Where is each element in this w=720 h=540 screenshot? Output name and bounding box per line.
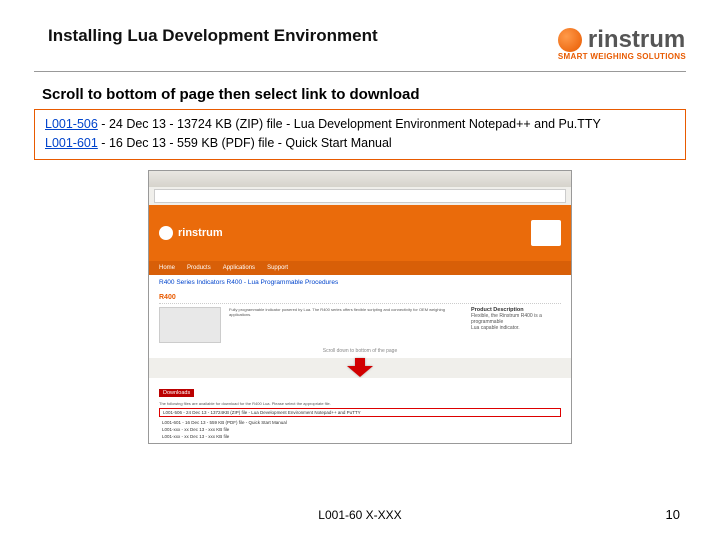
download-line: L001-xxx - xx Dec 13 - xxx KB file bbox=[159, 433, 561, 440]
brand-name: rinstrum bbox=[588, 26, 685, 54]
site-header: rinstrum bbox=[149, 205, 571, 261]
download-link[interactable]: L001-601 bbox=[45, 136, 98, 150]
page-title: Installing Lua Development Environment bbox=[48, 26, 378, 46]
site-body: R400 Fully programmable indicator powere… bbox=[149, 290, 571, 358]
highlighted-download: L001-506 - 24 Dec 13 - 13724KB (ZIP) fil… bbox=[159, 408, 561, 417]
down-arrow-icon bbox=[149, 358, 571, 378]
scroll-hint: Scroll down to bottom of the page bbox=[159, 348, 561, 354]
brand-logo: rinstrum SMART WEIGHING SOLUTIONS bbox=[558, 26, 686, 61]
download-link[interactable]: L001-506 bbox=[45, 117, 98, 131]
downloads-section: Downloads The following files are availa… bbox=[149, 378, 571, 444]
side-panel: Product Description Flexible, the Rinstr… bbox=[471, 307, 561, 343]
page-number: 10 bbox=[666, 507, 680, 522]
logo-dot-icon bbox=[558, 28, 582, 52]
downloads-heading: Downloads bbox=[159, 389, 194, 397]
download-row: L001-506 - 24 Dec 13 - 13724 KB (ZIP) fi… bbox=[45, 115, 675, 134]
download-line: L001-601 - 16 Dec 13 - 559 KB (PDF) file… bbox=[159, 419, 561, 426]
body-heading: R400 bbox=[159, 294, 561, 304]
header-rule bbox=[34, 71, 686, 72]
site-logo-icon bbox=[159, 226, 173, 240]
browser-tab-bar bbox=[149, 171, 571, 187]
download-line: L001-xxx - xx Dec 13 - xxx KB file bbox=[159, 426, 561, 433]
brand-tagline: SMART WEIGHING SOLUTIONS bbox=[558, 52, 686, 61]
footer-code: L001-60 X-XXX bbox=[0, 508, 720, 522]
embedded-screenshot: rinstrum HomeProductsApplicationsSupport… bbox=[148, 170, 572, 444]
subtitle: Scroll to bottom of page then select lin… bbox=[42, 86, 720, 103]
site-breadcrumb: R400 Series Indicators R400 - Lua Progra… bbox=[149, 275, 571, 290]
downloads-intro: The following files are available for do… bbox=[159, 401, 561, 406]
download-box: L001-506 - 24 Dec 13 - 13724 KB (ZIP) fi… bbox=[34, 109, 686, 160]
product-blurb: Fully programmable indicator powered by … bbox=[229, 307, 463, 343]
site-nav: HomeProductsApplicationsSupport bbox=[149, 261, 571, 275]
product-image-icon bbox=[159, 307, 221, 343]
site-brand-name: rinstrum bbox=[178, 227, 223, 239]
download-row: L001-601 - 16 Dec 13 - 559 KB (PDF) file… bbox=[45, 134, 675, 153]
browser-url-bar bbox=[154, 189, 566, 203]
anniversary-badge-icon bbox=[531, 220, 561, 246]
